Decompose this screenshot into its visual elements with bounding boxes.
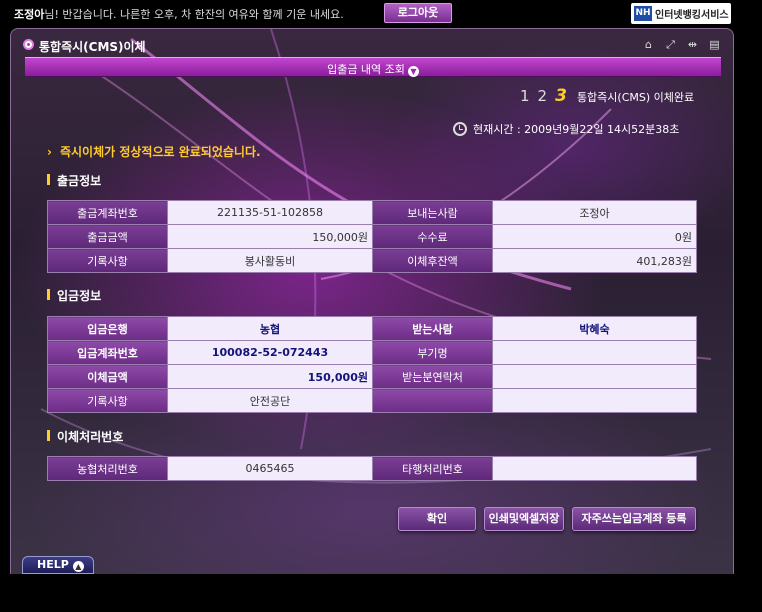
step-2: 2 (537, 87, 548, 105)
print-icon[interactable]: ▤ (708, 38, 721, 51)
table-value: 박혜숙 (492, 316, 697, 341)
table-value (492, 388, 697, 413)
main-panel: 통합즉시(CMS)이체 ⌂ ⤢ ⇹ ▤ 입출금 내역 조회 ▼ 1 2 3 통합즉… (10, 28, 734, 580)
table-label (372, 388, 493, 413)
table-value: 100082-52-072443 (167, 340, 373, 365)
table-label: 출금계좌번호 (47, 200, 168, 225)
processing-section-title: 이체처리번호 (47, 428, 123, 445)
sub-menu-label: 입출금 내역 조회 (327, 63, 405, 76)
greeting-text: 님! 반갑습니다. 나른한 오후, 차 한잔의 여유와 함께 기운 내세요. (44, 8, 344, 21)
withdraw-table: 출금계좌번호 221135-51-102858 보내는사람 조정아 출금금액 1… (47, 200, 697, 273)
help-label: HELP (37, 558, 69, 571)
toolbar-icons: ⌂ ⤢ ⇹ ▤ (642, 38, 721, 51)
nh-logo-icon: NH (634, 6, 652, 21)
table-value: 150,000원 (167, 364, 373, 389)
chevron-down-icon: ▼ (407, 66, 419, 77)
table-label: 농협처리번호 (47, 456, 168, 481)
decorative-swoosh (40, 29, 712, 484)
deposit-section-title: 입금정보 (47, 287, 101, 304)
table-value (492, 456, 697, 481)
table-row: 입금은행 농협 받는사람 박혜숙 (47, 316, 697, 341)
table-value (492, 340, 697, 365)
print-excel-button[interactable]: 인쇄및엑셀저장 (484, 507, 564, 531)
help-button[interactable]: HELP ▲ (22, 556, 94, 574)
table-label: 부기명 (372, 340, 493, 365)
table-value: 221135-51-102858 (167, 200, 373, 225)
clock-icon (453, 122, 467, 136)
top-bar: 조정아님! 반갑습니다. 나른한 오후, 차 한잔의 여유와 함께 기운 내세요… (0, 0, 762, 28)
table-value: 농협 (167, 316, 373, 341)
mouse-icon[interactable]: ⌂ (642, 38, 655, 51)
step-3: 3 (555, 86, 567, 106)
table-label: 수수료 (372, 224, 493, 249)
step-1: 1 (520, 87, 530, 105)
logout-button[interactable]: 로그아웃 (384, 3, 452, 23)
table-label: 기록사항 (47, 248, 168, 273)
step-indicator: 1 2 3 통합즉시(CMS) 이체완료 (520, 86, 694, 106)
resize-icon[interactable]: ⇹ (686, 38, 699, 51)
bottom-band (0, 574, 762, 612)
table-value: 0465465 (167, 456, 373, 481)
table-value: 조정아 (492, 200, 697, 225)
table-label: 보내는사람 (372, 200, 493, 225)
table-value: 안전공단 (167, 388, 373, 413)
table-row: 농협처리번호 0465465 타행처리번호 (47, 456, 697, 481)
table-label: 받는분연락처 (372, 364, 493, 389)
user-name: 조정아 (14, 8, 45, 21)
brand-text: 인터넷뱅킹서비스 (655, 10, 729, 21)
processing-table: 농협처리번호 0465465 타행처리번호 (47, 456, 697, 481)
table-label: 받는사람 (372, 316, 493, 341)
completion-message: 즉시이체가 정상적으로 완료되었습니다. (47, 143, 261, 160)
page-title: 통합즉시(CMS)이체 (39, 40, 146, 54)
table-label: 기록사항 (47, 388, 168, 413)
title-row: 통합즉시(CMS)이체 ⌂ ⤢ ⇹ ▤ (11, 35, 733, 57)
expand-icon[interactable]: ⤢ (664, 38, 677, 51)
table-row: 기록사항 봉사활동비 이체후잔액 401,283원 (47, 248, 697, 273)
title-bullet-icon (23, 39, 34, 50)
table-row: 이체금액 150,000원 받는분연락처 (47, 364, 697, 389)
chevron-up-icon: ▲ (72, 561, 84, 572)
greeting-message: 조정아님! 반갑습니다. 나른한 오후, 차 한잔의 여유와 함께 기운 내세요… (14, 6, 344, 22)
table-label: 입금은행 (47, 316, 168, 341)
table-value: 401,283원 (492, 248, 697, 273)
step-label: 통합즉시(CMS) 이체완료 (576, 91, 695, 104)
table-value: 봉사활동비 (167, 248, 373, 273)
table-value: 150,000원 (167, 224, 373, 249)
register-frequent-account-button[interactable]: 자주쓰는입금계좌 등록 (572, 507, 696, 531)
table-row: 출금금액 150,000원 수수료 0원 (47, 224, 697, 249)
table-label: 입금계좌번호 (47, 340, 168, 365)
deposit-table: 입금은행 농협 받는사람 박혜숙 입금계좌번호 100082-52-072443… (47, 316, 697, 413)
current-time: 현재시간 : 2009년9월22일 14시52분38초 (453, 121, 679, 137)
table-row: 출금계좌번호 221135-51-102858 보내는사람 조정아 (47, 200, 697, 225)
brand-logo: NH 인터넷뱅킹서비스 (631, 3, 731, 24)
confirm-button[interactable]: 확인 (398, 507, 476, 531)
table-row: 입금계좌번호 100082-52-072443 부기명 (47, 340, 697, 365)
current-time-text: 현재시간 : 2009년9월22일 14시52분38초 (473, 123, 680, 136)
table-label: 타행처리번호 (372, 456, 493, 481)
withdraw-section-title: 출금정보 (47, 172, 101, 189)
sub-menu-bar[interactable]: 입출금 내역 조회 ▼ (25, 57, 721, 77)
table-label: 이체금액 (47, 364, 168, 389)
table-label: 이체후잔액 (372, 248, 493, 273)
table-label: 출금금액 (47, 224, 168, 249)
table-row: 기록사항 안전공단 (47, 388, 697, 413)
table-value: 0원 (492, 224, 697, 249)
table-value (492, 364, 697, 389)
